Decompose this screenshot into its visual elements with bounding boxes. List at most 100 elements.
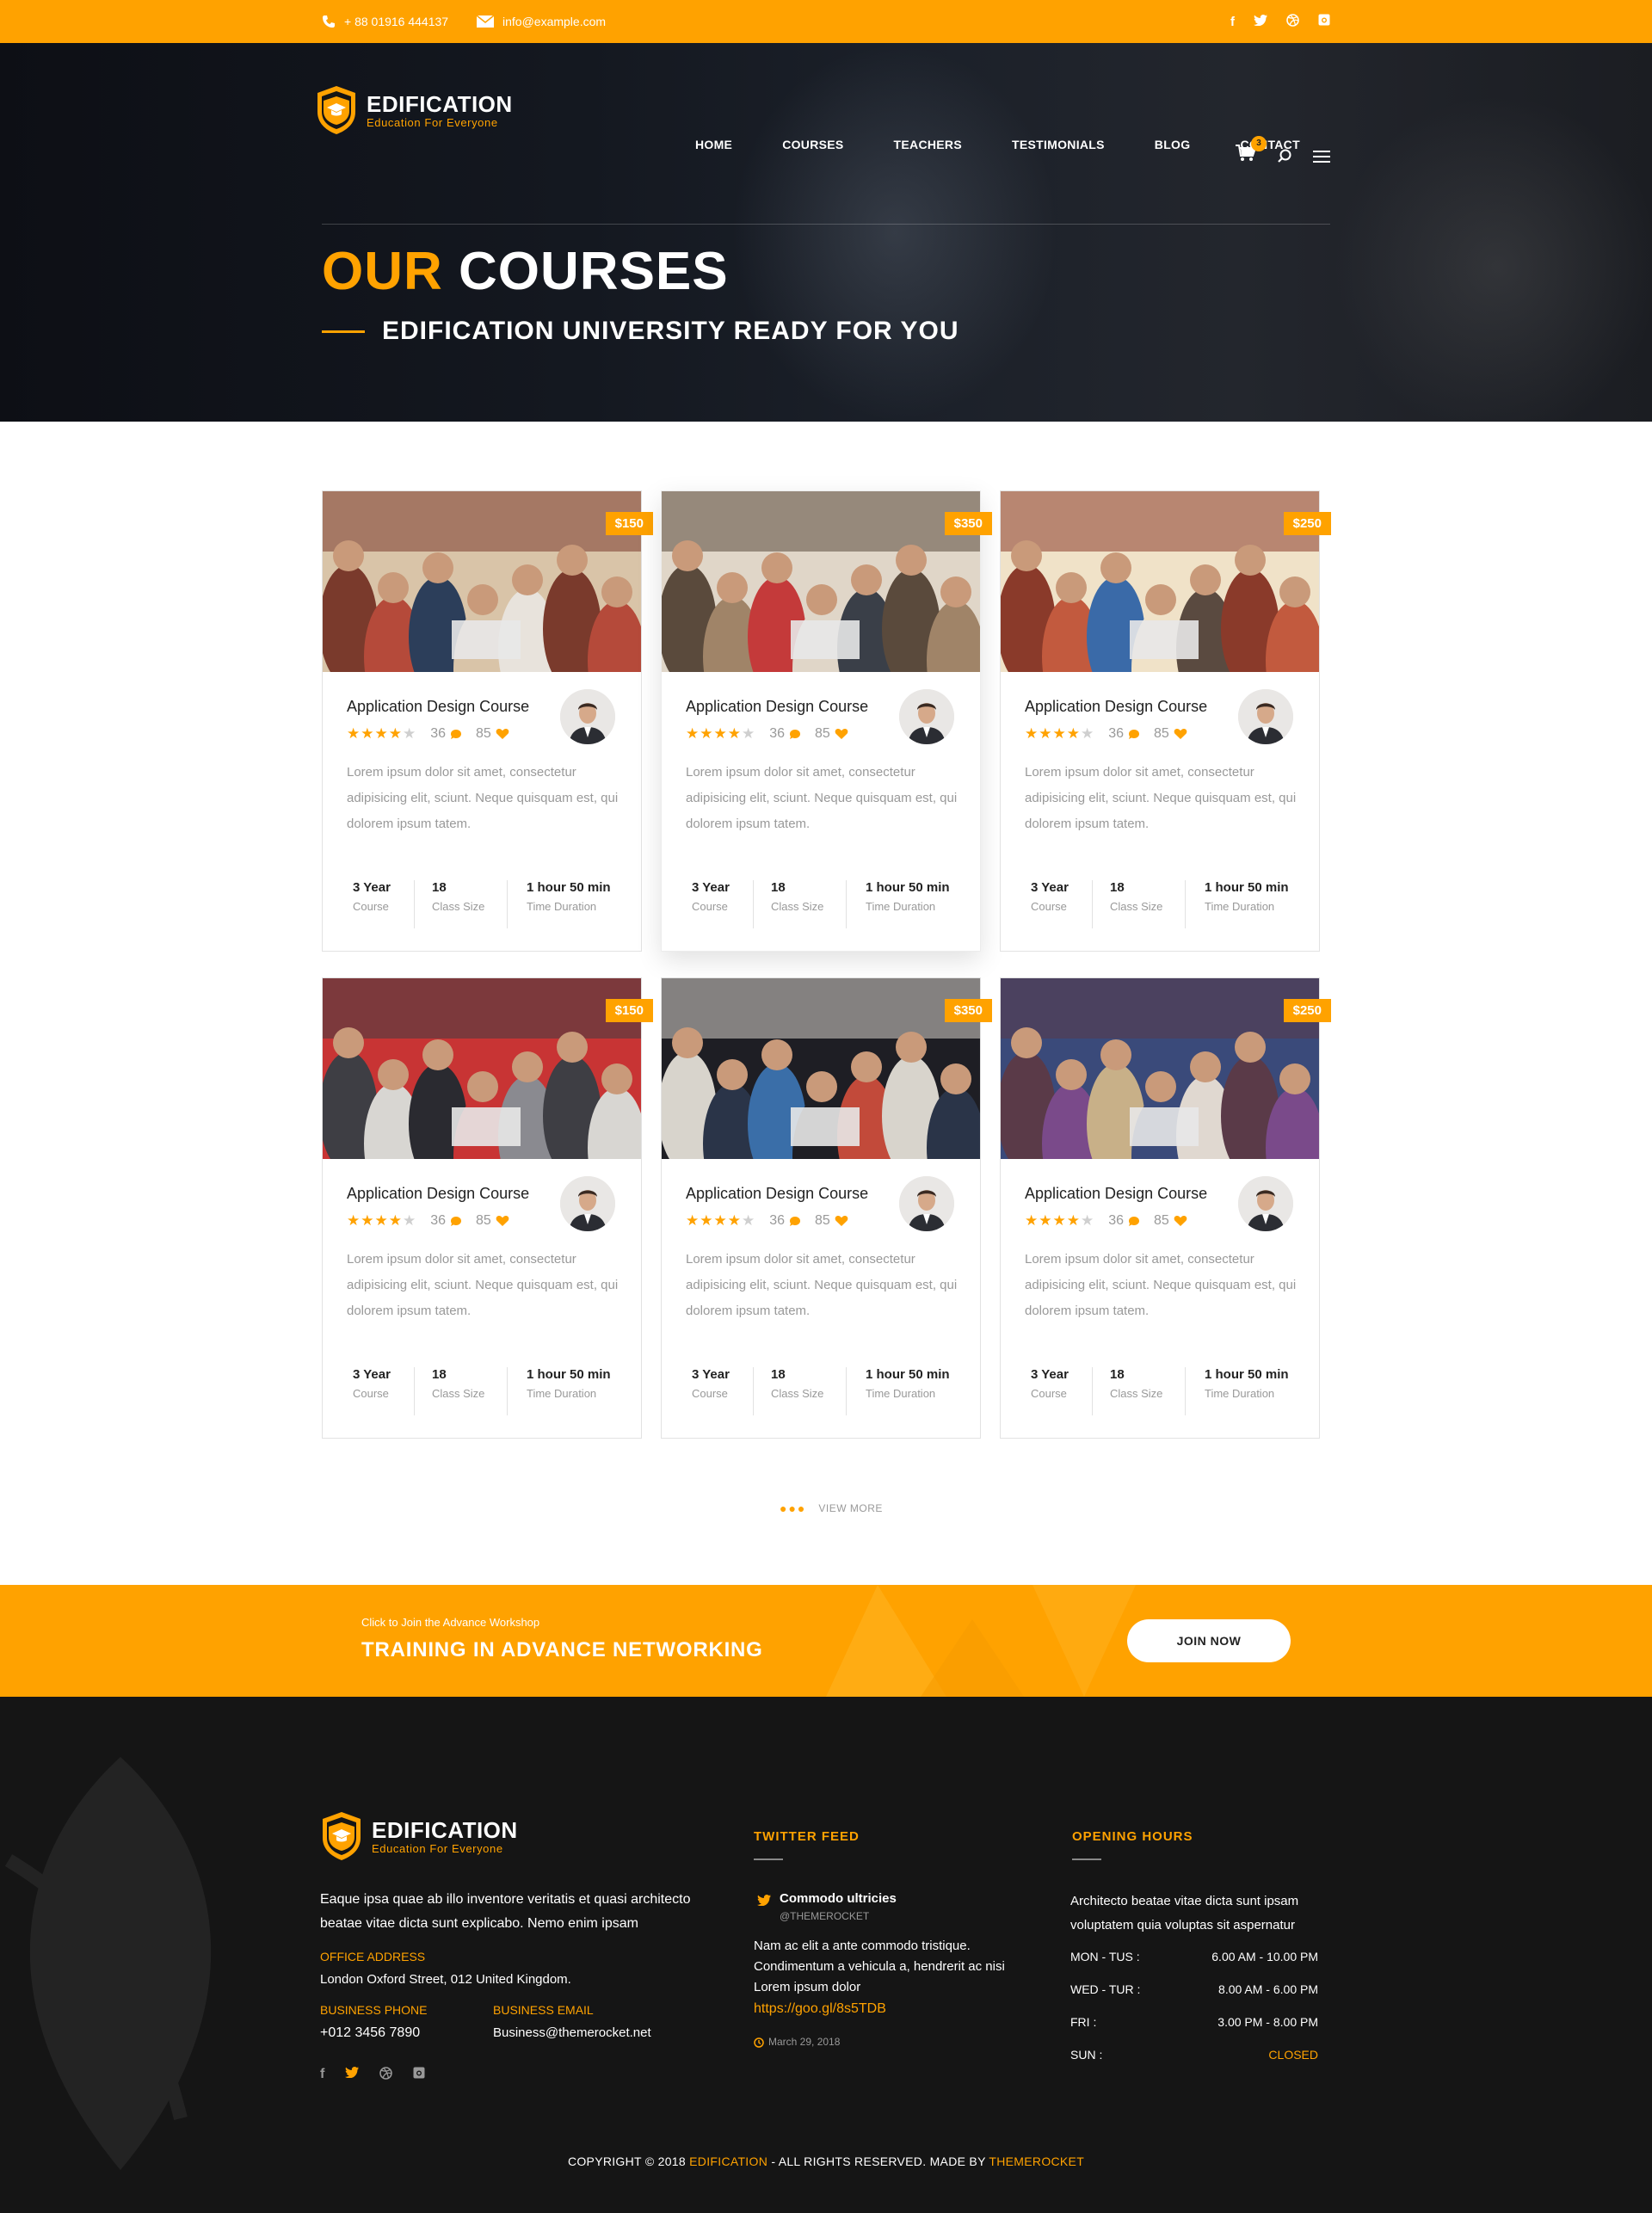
email-address: info@example.com xyxy=(502,15,607,28)
view-more-link[interactable]: ●●● VIEW MORE xyxy=(780,1501,883,1515)
stat-class-size: 18 Class Size xyxy=(1092,1367,1185,1415)
course-card[interactable]: $250 Application Design Course ★★★★★ 36 85 Lo… xyxy=(1000,977,1331,1439)
course-photo[interactable] xyxy=(662,978,980,1159)
instructor-avatar[interactable] xyxy=(899,689,954,744)
stat-class-size: 18 Class Size xyxy=(1092,880,1185,928)
instructor-avatar[interactable] xyxy=(1238,1176,1293,1231)
stat-value: 1 hour 50 min xyxy=(1205,1367,1289,1382)
stat-label: Course xyxy=(692,900,728,913)
course-title[interactable]: Application Design Course xyxy=(1025,698,1207,716)
hours-row: WED - TUR : 8.00 AM - 6.00 PM xyxy=(1070,1982,1318,2015)
course-description: Lorem ipsum dolor sit amet, consectetur … xyxy=(347,765,619,831)
course-stats: 3 Year Course 18 Class Size 1 hour 50 min Tim… xyxy=(1001,880,1319,928)
phone-contact[interactable]: + 88 01916 444137 xyxy=(322,0,448,43)
nav-courses[interactable]: COURSES xyxy=(782,138,843,151)
shield-logo-icon xyxy=(317,86,355,134)
phone-icon xyxy=(323,15,335,28)
nav-testimonials[interactable]: TESTIMONIALS xyxy=(1012,138,1105,151)
tweet-date: March 29, 2018 xyxy=(768,2036,841,2048)
course-photo[interactable] xyxy=(662,491,980,672)
twitter-icon[interactable] xyxy=(345,2067,360,2084)
course-photo[interactable] xyxy=(323,978,641,1159)
heart-icon[interactable] xyxy=(835,728,848,740)
course-stats: 3 Year Course 18 Class Size 1 hour 50 min Tim… xyxy=(323,880,641,928)
clock-icon xyxy=(754,2037,764,2048)
instagram-icon[interactable] xyxy=(1318,14,1330,29)
like-count: 85 xyxy=(815,1213,830,1228)
stat-duration: 3 Year Course xyxy=(662,880,753,928)
footer-logo[interactable]: EDIFICATION Education For Everyone xyxy=(320,1810,518,1862)
heart-icon[interactable] xyxy=(496,728,509,740)
stat-value: 1 hour 50 min xyxy=(866,1367,950,1382)
instructor-avatar[interactable] xyxy=(1238,689,1293,744)
copyright-maker[interactable]: THEMEROCKET xyxy=(989,2154,1084,2168)
stat-class-size: 18 Class Size xyxy=(753,880,846,928)
dribbble-icon[interactable] xyxy=(379,2067,393,2084)
course-photo[interactable] xyxy=(1001,978,1319,1159)
stat-label: Course xyxy=(692,1387,728,1400)
search-icon[interactable] xyxy=(1277,148,1292,163)
business-phone: +012 3456 7890 xyxy=(320,2025,421,2040)
stat-value: 18 xyxy=(432,1367,447,1382)
site-logo[interactable]: EDIFICATION Education For Everyone xyxy=(315,84,513,136)
stat-duration: 3 Year Course xyxy=(662,1367,753,1415)
instagram-icon[interactable] xyxy=(413,2067,425,2084)
menu-icon[interactable] xyxy=(1313,150,1330,163)
course-photo[interactable] xyxy=(323,491,641,672)
heart-icon[interactable] xyxy=(835,1215,848,1227)
course-title[interactable]: Application Design Course xyxy=(686,1185,868,1203)
course-stats: 3 Year Course 18 Class Size 1 hour 50 min Tim… xyxy=(1001,1367,1319,1415)
course-photo[interactable] xyxy=(1001,491,1319,672)
tweet-handle[interactable]: @THEMEROCKET xyxy=(780,1910,869,1922)
stat-value: 3 Year xyxy=(353,880,391,895)
dribbble-icon[interactable] xyxy=(1286,13,1299,30)
course-card[interactable]: $150 Application Design Course ★★★★★ 36 85 Lo… xyxy=(322,977,653,1439)
course-card[interactable]: $350 Application Design Course ★★★★★ 36 85 Lo… xyxy=(661,490,992,952)
course-title[interactable]: Application Design Course xyxy=(347,1185,529,1203)
course-title[interactable]: Application Design Course xyxy=(686,698,868,716)
course-title[interactable]: Application Design Course xyxy=(1025,1185,1207,1203)
subtitle-dash xyxy=(322,330,365,333)
hours-time: 3.00 PM - 8.00 PM xyxy=(1217,2015,1318,2029)
comment-count: 36 xyxy=(769,726,786,741)
course-card[interactable]: $150 Application Design Course ★★★★★ 36 85 Lo… xyxy=(322,490,653,952)
instructor-avatar[interactable] xyxy=(560,1176,615,1231)
stat-value: 1 hour 50 min xyxy=(866,880,950,895)
comment-icon xyxy=(790,1216,801,1226)
tweet-link[interactable]: https://goo.gl/8s5TDB xyxy=(754,2001,886,2017)
stat-label: Course xyxy=(1031,900,1067,913)
nav-home[interactable]: HOME xyxy=(695,138,732,151)
nav-teachers[interactable]: TEACHERS xyxy=(894,138,962,151)
facebook-icon[interactable]: f xyxy=(320,2067,324,2084)
stat-time: 1 hour 50 min Time Duration xyxy=(1185,880,1314,928)
stat-label: Time Duration xyxy=(866,900,936,913)
course-title[interactable]: Application Design Course xyxy=(347,698,529,716)
instructor-avatar[interactable] xyxy=(560,689,615,744)
nav-blog[interactable]: BLOG xyxy=(1155,138,1191,151)
comment-icon xyxy=(1129,1216,1140,1226)
cart-button[interactable]: 3 xyxy=(1236,136,1267,166)
facebook-icon[interactable]: f xyxy=(1230,15,1235,29)
course-meta: ★★★★★ 36 85 xyxy=(686,725,848,743)
email-contact[interactable]: info@example.com xyxy=(477,0,606,43)
course-card[interactable]: $350 Application Design Course ★★★★★ 36 85 Lo… xyxy=(661,977,992,1439)
heart-icon[interactable] xyxy=(1174,728,1187,740)
course-card[interactable]: $250 Application Design Course ★★★★★ 36 85 Lo… xyxy=(1000,490,1331,952)
course-description: Lorem ipsum dolor sit amet, consectetur … xyxy=(686,1252,958,1318)
page-title-main: COURSES xyxy=(459,242,729,301)
heart-icon[interactable] xyxy=(496,1215,509,1227)
office-address-label: OFFICE ADDRESS xyxy=(320,1950,426,1963)
business-email[interactable]: Business@themerocket.net xyxy=(493,2025,651,2040)
instructor-avatar[interactable] xyxy=(899,1176,954,1231)
stat-duration: 3 Year Course xyxy=(323,1367,414,1415)
stat-duration: 3 Year Course xyxy=(323,880,414,928)
comment-count: 36 xyxy=(1108,1213,1125,1228)
hours-closed: CLOSED xyxy=(1268,2048,1318,2062)
heart-icon[interactable] xyxy=(1174,1215,1187,1227)
twitter-icon[interactable] xyxy=(1253,14,1267,29)
course-stats: 3 Year Course 18 Class Size 1 hour 50 min Tim… xyxy=(323,1367,641,1415)
star-rating: ★★★★★ xyxy=(347,725,417,742)
stat-label: Course xyxy=(353,1387,389,1400)
copyright-brand[interactable]: EDIFICATION xyxy=(689,2154,767,2168)
join-now-button[interactable]: JOIN NOW xyxy=(1127,1619,1291,1662)
